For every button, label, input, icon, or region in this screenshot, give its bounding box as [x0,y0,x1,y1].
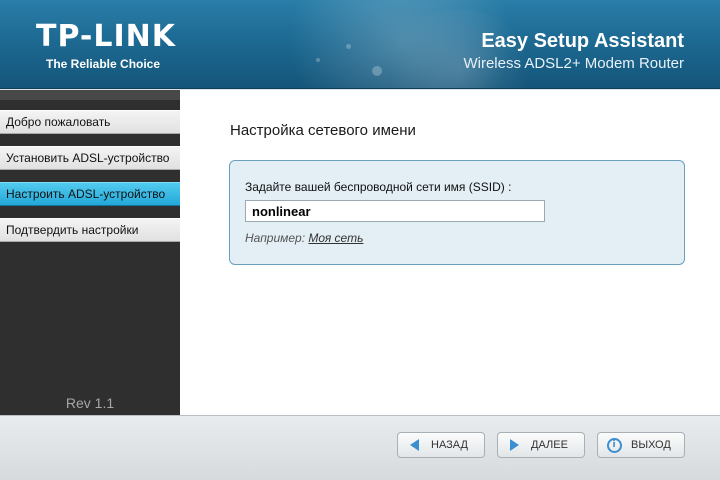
back-button[interactable]: НАЗАД [397,432,485,458]
main-content: Настройка сетевого имени Задайте вашей б… [180,90,720,415]
ssid-label: Задайте вашей беспроводной сети имя (SSI… [245,180,512,194]
tp-link-logo: TP-LINK [36,19,177,54]
example-prefix: Например: [245,231,309,245]
sidebar-item-confirm-settings[interactable]: Подтвердить настройки [0,218,180,242]
ssid-input[interactable] [245,200,545,222]
exit-button-label: ВЫХОД [631,439,671,451]
version-label: Rev 1.1 [65,395,115,411]
app-title: Easy Setup Assistant [481,30,684,52]
example-link[interactable]: Моя сеть [308,231,363,245]
header-banner: TP-LINK The Reliable Choice Easy Setup A… [0,0,720,89]
next-button[interactable]: ДАЛЕЕ [497,432,585,458]
ssid-panel: Задайте вашей беспроводной сети имя (SSI… [229,160,685,265]
header-bubble [346,44,351,49]
header-bubble [372,66,382,76]
app-subtitle: Wireless ADSL2+ Modem Router [463,55,684,72]
arrow-right-icon [506,437,522,453]
arrow-left-icon [406,437,422,453]
sidebar-item-welcome[interactable]: Добро пожаловать [0,110,180,134]
ssid-example: Например: Моя сеть [245,231,363,245]
exit-button[interactable]: i ВЫХОД [597,432,685,458]
back-button-label: НАЗАД [431,439,468,451]
sidebar-item-configure-adsl[interactable]: Настроить ADSL-устройство [0,182,180,206]
logo-tagline: The Reliable Choice [46,57,161,71]
footer-bar: НАЗАД ДАЛЕЕ i ВЫХОД [0,415,720,480]
info-icon: i [606,437,622,453]
page-title: Настройка сетевого имени [230,122,416,139]
header-bubble [316,58,320,62]
sidebar-item-install-adsl[interactable]: Установить ADSL-устройство [0,146,180,170]
next-button-label: ДАЛЕЕ [531,439,568,451]
sidebar: Добро пожаловать Установить ADSL-устройс… [0,90,180,415]
